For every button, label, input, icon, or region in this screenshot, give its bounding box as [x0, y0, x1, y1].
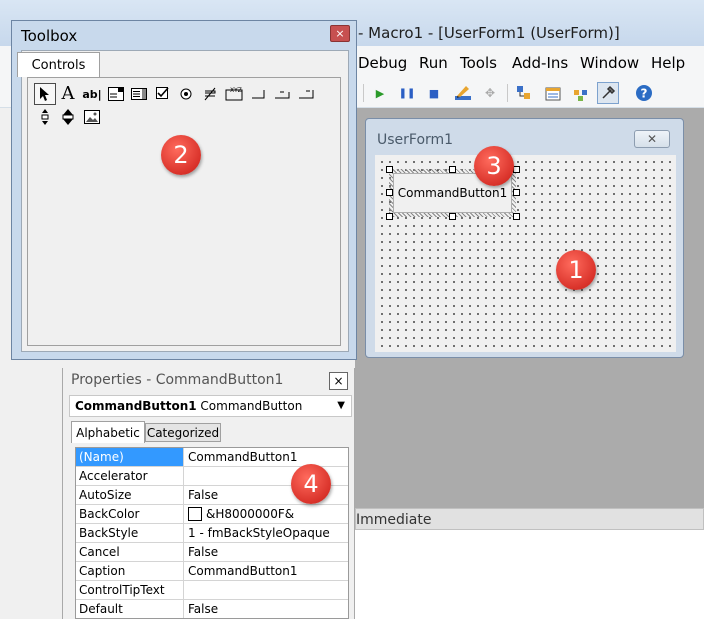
object-type: CommandButton [200, 399, 303, 413]
help-icon[interactable]: ? [633, 82, 655, 104]
properties-title: Properties - CommandButton1 [71, 372, 284, 388]
chevron-down-icon[interactable]: ▼ [337, 400, 345, 411]
immediate-window-title: Immediate [355, 508, 704, 530]
svg-text:?: ? [641, 87, 648, 101]
checkbox-icon[interactable] [152, 83, 174, 105]
resize-handle[interactable] [513, 213, 520, 220]
userform-close-button[interactable]: ✕ [634, 130, 670, 148]
svg-text:XYZ: XYZ [230, 87, 242, 94]
callout-badge-1: 1 [556, 250, 596, 290]
property-value[interactable]: CommandButton1 [186, 562, 298, 580]
userform-window[interactable]: UserForm1 ✕ [365, 118, 684, 358]
property-value[interactable] [186, 467, 188, 485]
toolbox-title: Toolbox [21, 27, 78, 45]
frame-icon[interactable]: XYZ [223, 83, 245, 105]
tab-controls[interactable]: Controls [17, 52, 100, 77]
combobox-icon[interactable] [105, 83, 127, 105]
spinbutton-icon[interactable] [57, 106, 79, 128]
property-row[interactable]: ControlTipText [76, 581, 348, 600]
toolbar-separator [507, 84, 508, 102]
property-value[interactable]: 1 - fmBackStyleOpaque [186, 524, 330, 542]
property-name: BackStyle [76, 524, 184, 542]
menu-help[interactable]: Help [651, 54, 685, 72]
scrollbar-icon[interactable] [34, 106, 56, 128]
property-value[interactable] [186, 581, 188, 599]
break-icon[interactable]: ❚❚ [396, 82, 418, 104]
menu-tools[interactable]: Tools [460, 54, 497, 72]
menu-window[interactable]: Window [580, 54, 639, 72]
run-icon[interactable]: ▶ [369, 82, 391, 104]
property-value[interactable]: False [186, 543, 218, 561]
design-mode-icon[interactable] [452, 82, 474, 104]
property-name: Cancel [76, 543, 184, 561]
toolbox-close-button[interactable]: × [330, 25, 350, 42]
resize-handle[interactable] [449, 213, 456, 220]
immediate-window[interactable]: Immediate [355, 508, 704, 619]
menu-add-ins[interactable]: Add-Ins [512, 54, 568, 72]
properties-window-icon[interactable] [542, 82, 564, 104]
listbox-icon[interactable] [128, 83, 150, 105]
property-row[interactable]: BackStyle 1 - fmBackStyleOpaque [76, 524, 348, 543]
color-swatch [188, 507, 202, 521]
select-objects-icon[interactable] [34, 83, 56, 105]
object-selector[interactable]: CommandButton1 CommandButton ▼ [69, 395, 352, 417]
resize-handle[interactable] [386, 213, 393, 220]
multipage-icon[interactable] [295, 83, 317, 105]
userform-window-title: UserForm1 [377, 132, 454, 148]
unknown-icon[interactable]: ✥ [479, 82, 501, 104]
property-row[interactable]: Default False [76, 600, 348, 618]
reset-icon[interactable]: ■ [423, 82, 445, 104]
resize-handle[interactable] [513, 189, 520, 196]
property-name: ControlTipText [76, 581, 184, 599]
property-row[interactable]: BackColor &H8000000F& [76, 505, 348, 524]
property-name: Accelerator [76, 467, 184, 485]
property-value[interactable]: CommandButton1 [186, 448, 298, 466]
label-icon[interactable]: A [57, 82, 79, 104]
resize-handle[interactable] [513, 166, 520, 173]
project-explorer-icon[interactable] [513, 82, 535, 104]
property-row[interactable]: Caption CommandButton1 [76, 562, 348, 581]
property-row[interactable]: Cancel False [76, 543, 348, 562]
tab-alphabetic[interactable]: Alphabetic [71, 421, 145, 443]
property-value-color[interactable]: &H8000000F& [186, 505, 294, 523]
close-icon: × [333, 374, 344, 388]
properties-close-button[interactable]: × [329, 372, 348, 390]
resize-handle[interactable] [449, 166, 456, 173]
close-icon: ✕ [646, 132, 658, 146]
property-name: Caption [76, 562, 184, 580]
property-name: BackColor [76, 505, 184, 523]
callout-badge-2: 2 [161, 135, 201, 175]
callout-badge-4: 4 [291, 464, 331, 504]
tabstrip-icon[interactable] [271, 83, 293, 105]
toolbox-icon[interactable] [597, 82, 619, 104]
commandbutton-icon[interactable] [247, 83, 269, 105]
property-value[interactable]: False [186, 600, 218, 618]
tab-categorized[interactable]: Categorized [145, 423, 221, 442]
property-name: (Name) [76, 448, 184, 466]
image-icon[interactable] [81, 106, 103, 128]
property-name: Default [76, 600, 184, 618]
window-title: - Macro1 - [UserForm1 (UserForm)] [358, 24, 620, 42]
toolbar-separator [363, 84, 364, 102]
property-value: &H8000000F& [206, 507, 295, 521]
object-browser-icon[interactable] [570, 82, 592, 104]
menu-run[interactable]: Run [419, 54, 448, 72]
resize-handle[interactable] [386, 189, 393, 196]
togglebutton-icon[interactable] [199, 83, 221, 105]
resize-handle[interactable] [386, 166, 393, 173]
menu-debug[interactable]: Debug [358, 54, 407, 72]
property-name: AutoSize [76, 486, 184, 504]
optionbutton-icon[interactable] [175, 83, 197, 105]
close-icon: × [335, 27, 345, 40]
property-value[interactable]: False [186, 486, 218, 504]
callout-badge-3: 3 [474, 146, 514, 186]
textbox-icon[interactable]: ab| [81, 83, 103, 105]
object-name: CommandButton1 [75, 399, 197, 413]
